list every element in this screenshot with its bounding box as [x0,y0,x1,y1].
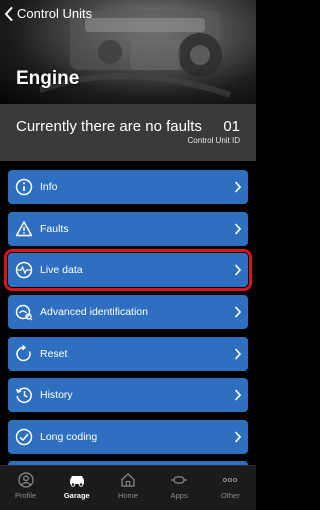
menu-item-advanced-identification[interactable]: Advanced identification [8,295,248,330]
tab-garage[interactable]: Garage [51,466,102,510]
home-icon [121,473,135,487]
chevron-right-icon [234,348,241,360]
menu-item-long-coding[interactable]: Long coding [8,420,248,455]
chevron-right-icon [234,181,241,193]
menu-item-label: Reset [40,347,68,360]
menu-item-faults[interactable]: Faults [8,211,248,246]
garage-icon [69,476,84,487]
tab-label: Apps [170,491,188,500]
back-button[interactable]: Control Units [4,6,92,21]
menu-item-label: Advanced identification [40,306,148,319]
check-circle-icon [14,427,34,447]
profile-icon [17,472,34,488]
menu-item-reset[interactable]: Reset [8,336,248,371]
menu-item-label: Info [40,181,58,193]
chevron-right-icon [234,389,241,401]
tab-label: Home [117,491,138,500]
tab-apps[interactable]: Apps [154,466,205,510]
identification-icon [14,302,34,322]
page-title: Engine [16,68,80,89]
history-icon [14,385,34,405]
tab-home[interactable]: Home [102,466,153,510]
menu-item-history[interactable]: History [8,378,248,413]
menu-item-live-data[interactable]: Live data [4,249,252,292]
chevron-right-icon [234,223,241,235]
tab-other[interactable]: Other [205,466,256,510]
control-unit-id-label: Control Unit ID [187,136,240,145]
more-icon [223,477,238,483]
control-unit-menu: Info Faults Live data Advanced identific… [4,170,252,462]
tab-bar: Profile Garage Home Apps Other [0,465,256,510]
menu-item-label: Long coding [40,431,98,444]
tab-label: Other [220,491,240,500]
tab-label: Garage [63,491,90,500]
reset-icon [14,344,34,364]
chevron-right-icon [234,431,241,443]
menu-item-label: Live data [40,264,83,277]
control-unit-id-value: 01 [223,118,240,135]
tab-profile[interactable]: Profile [0,466,51,510]
chevron-left-icon [5,6,13,21]
pulse-icon [14,260,34,280]
menu-item-label: Faults [40,222,69,235]
apps-icon [171,476,188,484]
menu-item-info[interactable]: Info [8,170,248,204]
menu-item-label: History [40,389,73,402]
info-icon [14,177,34,197]
tab-label: Profile [14,491,37,500]
back-label: Control Units [17,6,93,21]
fault-status-text: Currently there are no faults [16,118,202,135]
chevron-right-icon [234,264,241,276]
chevron-right-icon [234,306,241,318]
warning-icon [14,219,34,239]
